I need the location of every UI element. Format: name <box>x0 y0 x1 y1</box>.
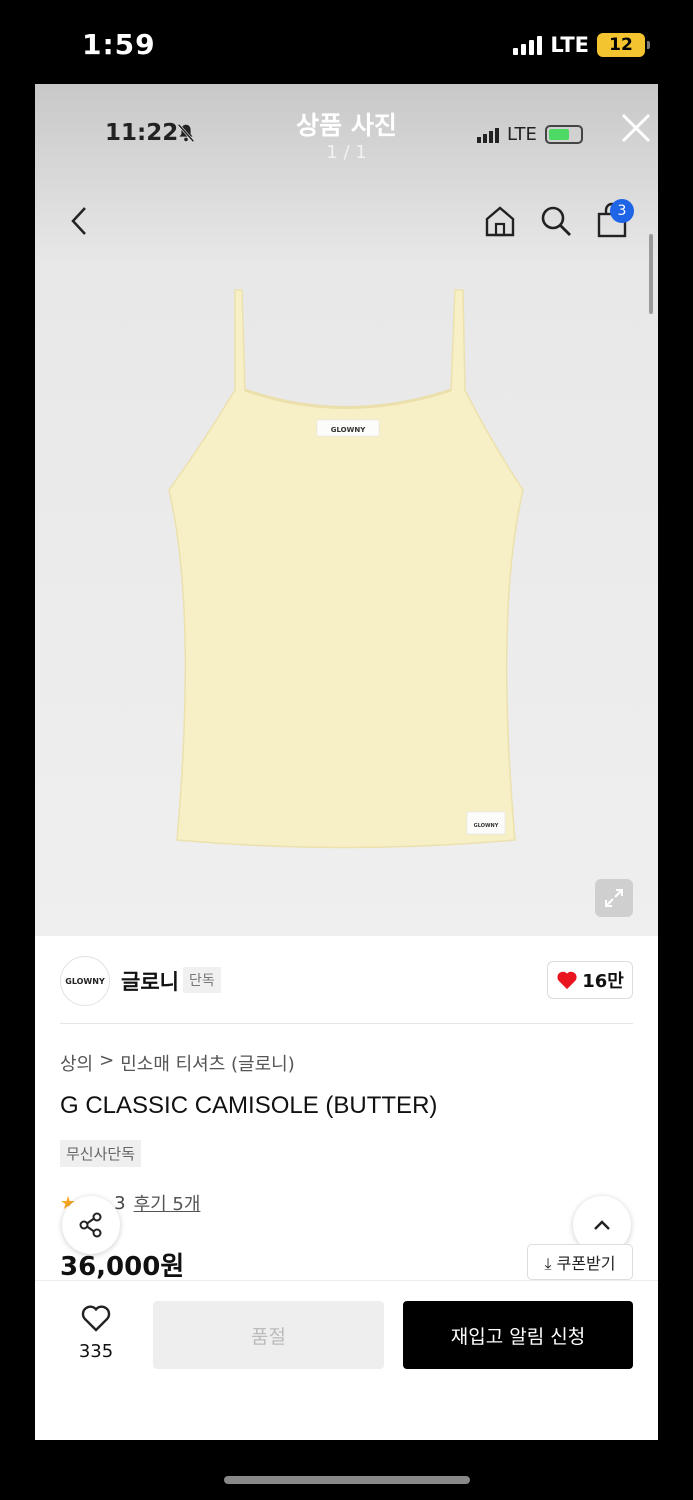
expand-icon <box>605 889 623 907</box>
product-photo-viewer[interactable]: 11:22 상품 사진 1 / 1 LTE 3 GLOWNY GLOWNY <box>35 84 658 936</box>
divider <box>60 1023 633 1024</box>
camisole-image: GLOWNY GLOWNY <box>168 289 524 849</box>
brand-row[interactable]: GLOWNY 글로니 단독 16만 <box>35 936 658 1024</box>
inner-battery-icon <box>544 125 583 144</box>
expand-button[interactable] <box>595 879 633 917</box>
chevron-up-icon <box>594 1220 610 1230</box>
outer-status-bar: 1:59 LTE 12 <box>0 0 693 84</box>
soldout-button: 품절 <box>153 1301 384 1369</box>
home-indicator[interactable] <box>224 1476 470 1484</box>
breadcrumb-category[interactable]: 상의 <box>60 1050 93 1076</box>
outer-clock: 1:59 <box>82 28 156 61</box>
inner-status-icons: LTE <box>477 124 583 145</box>
brand-like-count: 16만 <box>582 971 624 992</box>
back-icon[interactable] <box>67 204 91 238</box>
breadcrumb: 상의 > 민소매 티셔츠 (글로니) <box>60 1050 295 1076</box>
garment-label-top: GLOWNY <box>331 426 366 434</box>
home-icon[interactable] <box>483 204 517 238</box>
brand-name[interactable]: 글로니 <box>121 966 179 996</box>
restock-alert-button[interactable]: 재입고 알림 신청 <box>403 1301 633 1369</box>
cart-count-badge: 3 <box>610 199 634 223</box>
battery-level: 12 <box>609 35 633 55</box>
app-screen: 11:22 상품 사진 1 / 1 LTE 3 GLOWNY GLOWNY GL… <box>35 84 658 1440</box>
review-link[interactable]: 후기 5개 <box>134 1190 201 1216</box>
wishlist-button[interactable]: 335 <box>65 1303 127 1362</box>
network-label: LTE <box>550 33 589 57</box>
heart-outline-icon <box>81 1305 111 1332</box>
inner-signal-icon <box>477 127 499 143</box>
viewer-page-count: 1 / 1 <box>326 142 367 163</box>
breadcrumb-separator: > <box>99 1050 115 1071</box>
brand-logo[interactable]: GLOWNY <box>60 956 110 1006</box>
garment-label-bottom: GLOWNY <box>474 823 499 829</box>
signal-icon <box>513 35 543 55</box>
coupon-button[interactable]: ⤓ 쿠폰받기 <box>527 1244 633 1280</box>
search-icon[interactable] <box>539 204 573 238</box>
heart-filled-icon <box>557 971 577 990</box>
product-price: 36,000원 <box>60 1252 185 1282</box>
exclusive-badge: 무신사단독 <box>60 1140 142 1167</box>
share-icon <box>79 1212 102 1238</box>
scrollbar[interactable] <box>649 234 653 314</box>
product-title: G CLASSIC CAMISOLE (BUTTER) <box>60 1092 438 1119</box>
brand-like-button[interactable]: 16만 <box>547 961 633 999</box>
brand-exclusive-tag: 단독 <box>183 967 221 993</box>
outer-status-icons: LTE 12 <box>513 33 650 57</box>
breadcrumb-subcategory[interactable]: 민소매 티셔츠 (글로니) <box>120 1050 295 1076</box>
inner-network-label: LTE <box>507 124 537 145</box>
battery-icon: 12 <box>597 33 650 57</box>
wishlist-count: 335 <box>78 1341 114 1362</box>
close-icon[interactable] <box>618 110 654 146</box>
bottom-action-bar: 335 품절 재입고 알림 신청 <box>35 1280 658 1440</box>
